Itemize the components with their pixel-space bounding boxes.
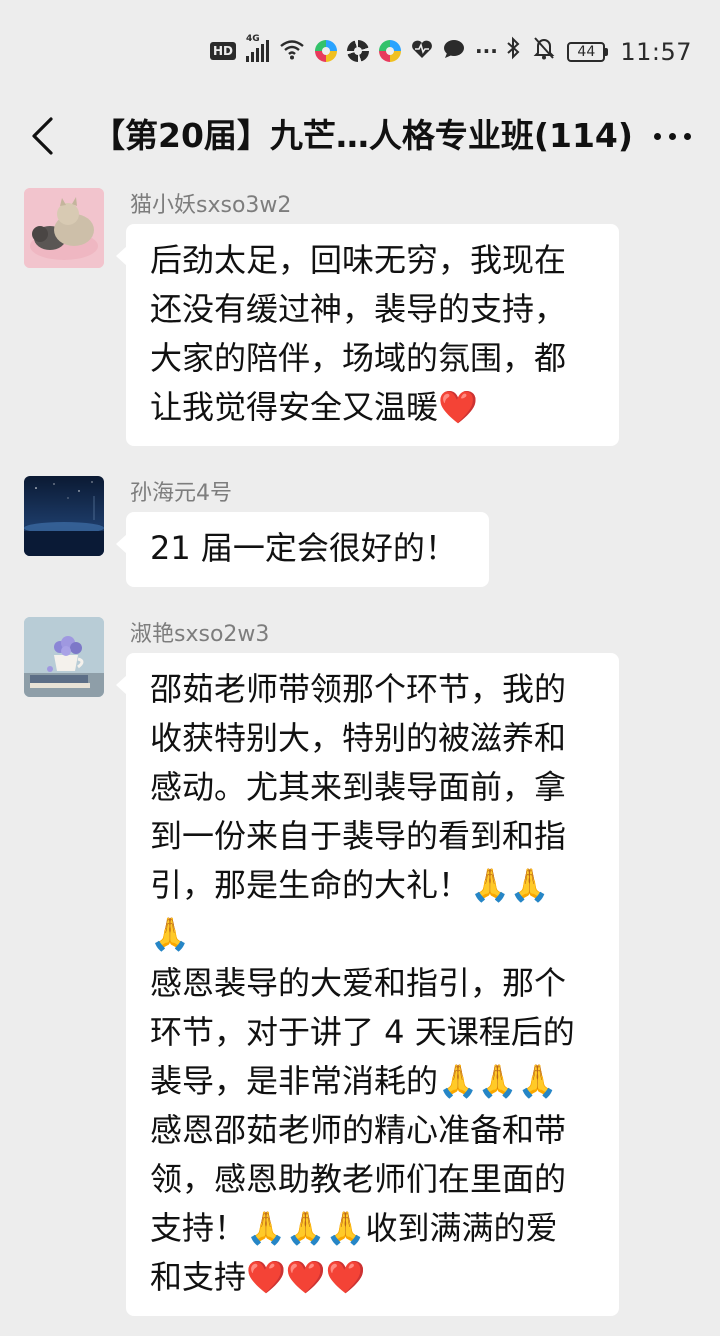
message-line: 引，那是生命的大礼！🙏🙏: [150, 866, 550, 904]
message-line: 支持！🙏🙏🙏收到满满的爱: [150, 1209, 558, 1247]
chat-title: 【第20届】九芒…人格专业班(114): [92, 116, 632, 155]
night-sea-avatar-image: [24, 476, 104, 556]
back-arrow-icon: [32, 117, 53, 155]
message-line: 领，感恩助教老师们在里面的: [150, 1160, 567, 1198]
avatar[interactable]: [24, 188, 104, 268]
battery-level: 44: [567, 41, 606, 62]
message-line: 环节，对于讲了 4 天课程后的: [150, 1013, 575, 1051]
hd-badge: HD: [210, 42, 237, 60]
sender-name: 猫小妖sxso3w2: [130, 193, 292, 218]
message-line: 感恩邵茹老师的精心准备和带: [150, 1111, 567, 1149]
status-time: 11:57: [620, 37, 692, 66]
status-icons-right: 44 11:57: [505, 36, 692, 67]
cat-avatar-image: [24, 188, 104, 268]
message-bubble[interactable]: 邵茹老师带领那个环节，我的 收获特别大，特别的被滋养和 感动。尤其来到裴导面前，…: [116, 653, 619, 1316]
health-heart-icon: [411, 39, 433, 63]
sender-name: 淑艳sxso2w3: [130, 622, 270, 647]
bluetooth-icon: [505, 36, 521, 67]
message-line: 21 届一定会很好的！: [150, 529, 457, 567]
more-dots-icon: [653, 132, 661, 140]
sender-name: 孙海元4号: [130, 481, 232, 506]
message-line: 到一份来自于裴导的看到和指: [150, 817, 567, 855]
more-notifications-icon: ···: [475, 39, 498, 63]
network-type-label: 4G: [246, 34, 260, 44]
message-bubble-icon: [443, 39, 465, 63]
avatar[interactable]: [24, 476, 104, 556]
message-line: 和支持❤️❤️❤️: [150, 1258, 366, 1296]
flower-cup-avatar-image: [24, 617, 104, 697]
message-line: 收获特别大，特别的被滋养和: [150, 719, 567, 757]
message-line: 还没有缓过神，裴导的支持，: [150, 290, 567, 328]
status-bar: HD 4G ··· 44 11:57: [0, 0, 720, 100]
message-line: 让我觉得安全又温暖❤️: [150, 388, 478, 426]
colorful-app-icon: [315, 40, 338, 62]
avatar[interactable]: [24, 617, 104, 697]
message-line: 裴导，是非常消耗的🙏🙏🙏: [150, 1062, 558, 1100]
message-bubble[interactable]: 21 届一定会很好的！: [116, 512, 489, 587]
mute-bell-icon: [533, 36, 555, 67]
chat-header: 【第20届】九芒…人格专业班(114): [0, 100, 720, 182]
message-line: 后劲太足，回味无穷，我现在: [150, 241, 567, 279]
colorful-app-icon-2: [379, 40, 402, 62]
wifi-icon: [279, 38, 305, 64]
message-line: 🙏: [150, 915, 190, 953]
cellular-signal-icon: 4G: [246, 34, 270, 62]
message-bubble[interactable]: 后劲太足，回味无穷，我现在 还没有缓过神，裴导的支持， 大家的陪伴，场域的氛围，…: [116, 224, 619, 446]
message-line: 感动。尤其来到裴导面前，拿: [150, 768, 567, 806]
message-line: 邵茹老师带领那个环节，我的: [150, 670, 567, 708]
status-icons-left: HD 4G ···: [210, 34, 498, 64]
aperture-app-icon: [347, 40, 370, 62]
more-options-button[interactable]: [642, 114, 702, 158]
back-button[interactable]: [22, 114, 62, 158]
message-line: 感恩裴导的大爱和指引，那个: [150, 964, 567, 1002]
battery-icon: 44: [567, 41, 609, 62]
message-line: 大家的陪伴，场域的氛围，都: [150, 339, 567, 377]
